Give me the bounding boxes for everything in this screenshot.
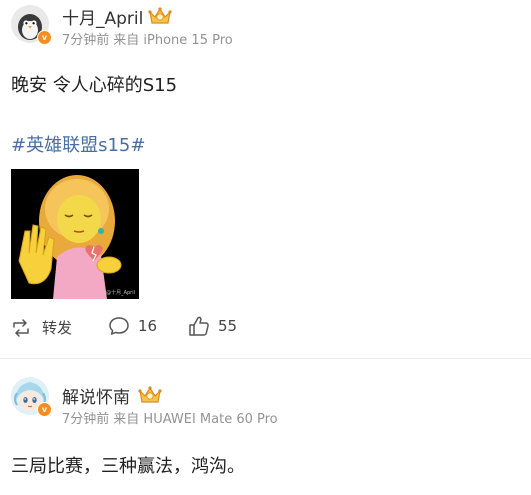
comment-icon: [109, 317, 129, 335]
post1-username[interactable]: 十月_April: [62, 4, 143, 29]
post1-source: 来自 iPhone 15 Pro: [113, 33, 233, 48]
verified-badge-icon: v: [37, 402, 52, 417]
post1-image[interactable]: @十月_April: [11, 169, 139, 299]
like-icon: [189, 316, 209, 336]
like-count: 55: [218, 317, 238, 335]
avatar-post2[interactable]: v: [11, 377, 52, 417]
post1-time[interactable]: 7分钟前: [62, 33, 109, 48]
crown-vip-icon: [138, 386, 162, 403]
post-divider: [0, 358, 531, 359]
post2-time[interactable]: 7分钟前: [62, 412, 109, 427]
post1-meta: 7分钟前 来自 iPhone 15 Pro: [62, 29, 233, 48]
avatar-post1[interactable]: v: [11, 5, 52, 45]
post2-username[interactable]: 解说怀南: [62, 383, 130, 408]
post1-text: 晚安 令人心碎的S15: [11, 75, 178, 96]
post1-hashtag-link[interactable]: #英雄联盟s15#: [11, 131, 145, 157]
repost-label: 转发: [42, 319, 73, 337]
like-button[interactable]: 55: [188, 315, 237, 337]
crown-vip-icon: [148, 7, 172, 24]
verified-badge-icon: v: [37, 30, 52, 45]
repost-icon: [13, 318, 29, 337]
repost-button[interactable]: 转发: [11, 317, 72, 338]
post2-meta: 7分钟前 来自 HUAWEI Mate 60 Pro: [62, 408, 278, 427]
comment-count: 16: [138, 317, 158, 335]
image-watermark: @十月_April: [106, 290, 135, 296]
comment-button[interactable]: 16: [108, 316, 157, 336]
post2-text: 三局比赛，三种赢法，鸿沟。: [11, 456, 245, 477]
post2-source: 来自 HUAWEI Mate 60 Pro: [113, 412, 278, 427]
